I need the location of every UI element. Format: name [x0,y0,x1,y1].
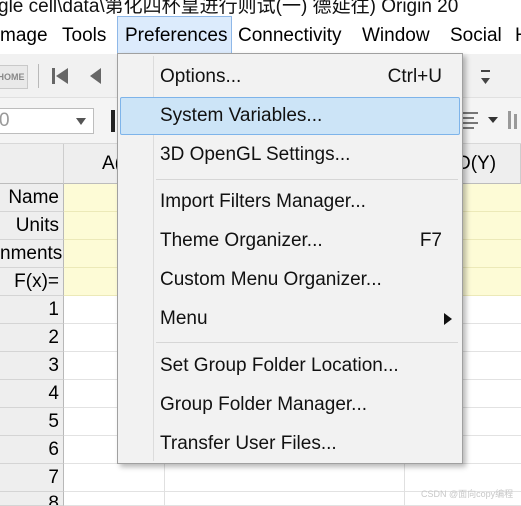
menu-item-shortcut: Ctrl+U [387,66,442,87]
menu-preferences[interactable]: Preferences [117,16,232,54]
row-header-comments[interactable]: nments [0,240,64,268]
menu-separator [156,342,458,343]
font-size-value: 0 [0,110,10,131]
menu-item-options[interactable]: Options... Ctrl+U [120,58,460,96]
menu-item-import-filters-manager[interactable]: Import Filters Manager... [120,183,460,221]
home-button[interactable]: HOME [0,65,28,89]
menu-item-label: Menu [160,308,208,329]
menu-item-3d-opengl-settings[interactable]: 3D OpenGL Settings... [120,136,460,174]
menu-item-label: Import Filters Manager... [160,191,366,212]
menu-separator [156,179,458,180]
alignment-tools-icon[interactable] [462,108,521,132]
first-page-icon[interactable] [50,66,72,86]
row-header-8[interactable]: 8 [0,492,64,506]
menu-item-label: Group Folder Manager... [160,394,367,415]
menu-bar: mage Tools Preferences Connectivity Wind… [0,16,521,54]
menu-window[interactable]: Window [362,16,430,54]
menu-item-set-group-folder-location[interactable]: Set Group Folder Location... [120,347,460,385]
row-header-7[interactable]: 7 [0,464,64,492]
menu-tools[interactable]: Tools [62,16,106,54]
menu-social[interactable]: Social [450,16,502,54]
toolbar-overflow-icon[interactable] [478,66,494,90]
menu-help[interactable]: H [515,16,521,54]
menu-item-label: Set Group Folder Location... [160,355,399,376]
menu-image[interactable]: mage [0,16,48,54]
row-header-1[interactable]: 1 [0,296,64,324]
menu-item-custom-menu-organizer[interactable]: Custom Menu Organizer... [120,261,460,299]
menu-item-label: Transfer User Files... [160,433,337,454]
row-header-3[interactable]: 3 [0,352,64,380]
preferences-dropdown: Options... Ctrl+U System Variables... 3D… [117,53,463,464]
window-title: gle cell\data\第化四杯皇进行则试(一) 德延往) Origin 2… [0,0,459,16]
row-header-name[interactable]: Name [0,184,64,212]
menu-item-label: System Variables... [160,105,323,126]
font-size-combo[interactable]: 0 [0,108,94,134]
menu-item-transfer-user-files[interactable]: Transfer User Files... [120,425,460,463]
row-header-formula[interactable]: F(x)= [0,268,64,296]
menu-item-label: Custom Menu Organizer... [160,269,382,290]
row-header-2[interactable]: 2 [0,324,64,352]
menu-item-menu[interactable]: Menu [120,300,460,338]
watermark: CSDN @面向copy编程 [421,489,514,499]
toolbar-divider [38,64,39,88]
grid-corner[interactable] [0,144,64,184]
menu-item-label: 3D OpenGL Settings... [160,144,351,165]
menu-item-group-folder-manager[interactable]: Group Folder Manager... [120,386,460,424]
submenu-arrow-icon [444,313,452,325]
row-header-units[interactable]: Units [0,212,64,240]
menu-item-theme-organizer[interactable]: Theme Organizer... F7 [120,222,460,260]
menu-item-shortcut: F7 [419,230,442,251]
menu-item-label: Options... [160,66,242,87]
menu-item-label: Theme Organizer... [160,230,323,251]
menu-connectivity[interactable]: Connectivity [238,16,342,54]
previous-page-icon[interactable] [88,66,104,86]
row-header-4[interactable]: 4 [0,380,64,408]
window-title-bar: gle cell\data\第化四杯皇进行则试(一) 德延往) Origin 2… [0,0,521,16]
row-header-5[interactable]: 5 [0,408,64,436]
row-header-6[interactable]: 6 [0,436,64,464]
menu-item-system-variables[interactable]: System Variables... [120,97,460,135]
chevron-down-icon[interactable] [75,117,87,126]
